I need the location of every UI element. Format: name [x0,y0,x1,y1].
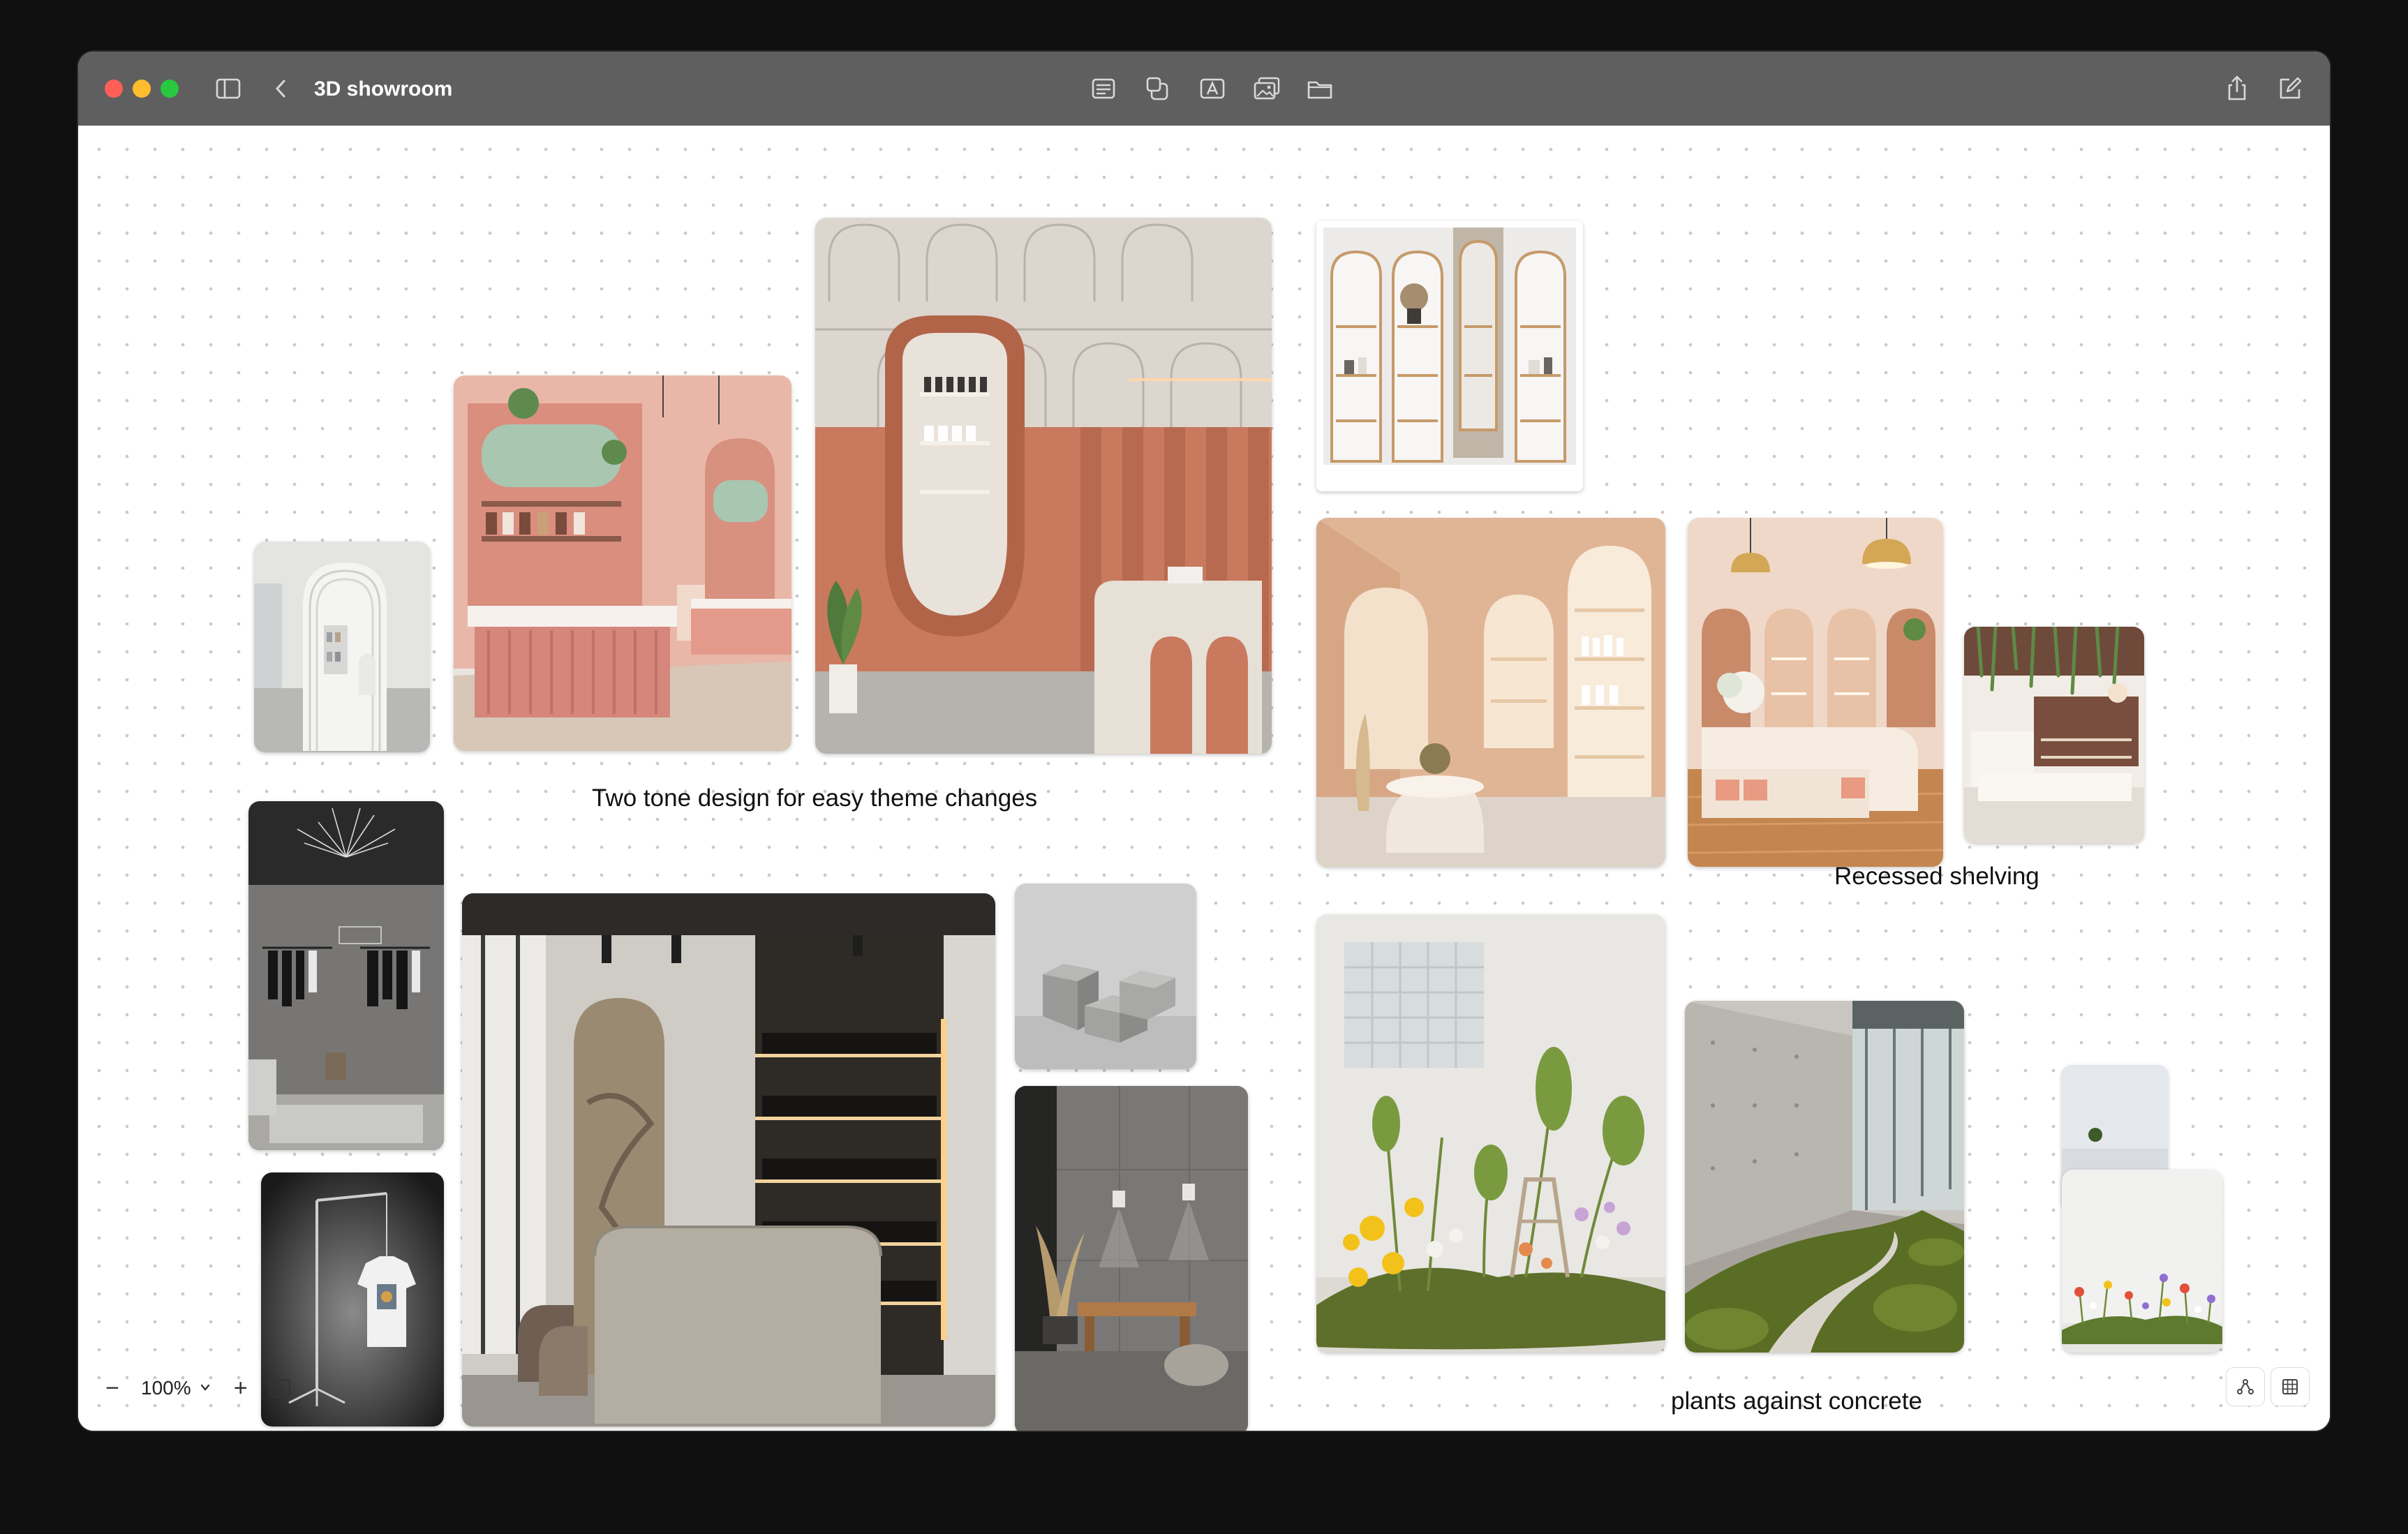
image-recessed-arch-boutique[interactable] [1316,518,1665,867]
caption-plants-concrete[interactable]: plants against concrete [1671,1386,1922,1417]
text-block-icon[interactable] [1087,73,1120,105]
image-concrete-wall-bench[interactable] [1015,1086,1248,1431]
sidebar-icon[interactable] [212,73,244,105]
text-box-icon[interactable] [1196,73,1228,105]
shapes-icon[interactable] [1142,73,1174,105]
minimize-window-button[interactable] [133,80,151,98]
document-title: 3D showroom [314,77,453,100]
zoom-window-button[interactable] [161,80,179,98]
share-icon[interactable] [2221,73,2253,105]
zoom-level-dropdown[interactable]: 100% [135,1372,218,1404]
folder-icon[interactable] [1304,73,1336,105]
canvas-tools [2227,1368,2309,1406]
image-gold-arch-shelving[interactable] [1316,221,1583,491]
freeform-canvas[interactable]: Two tone design for easy theme changes R… [78,126,2330,1431]
connector-tool-icon[interactable] [2227,1368,2264,1406]
image-wildflower-bed[interactable] [2062,1170,2222,1353]
image-pendant-lamp-store[interactable] [1688,518,1943,867]
caption-recessed-shelving[interactable]: Recessed shelving [1834,861,2039,892]
image-moss-path-wall[interactable] [1685,1001,1964,1353]
zoom-in-button[interactable]: + [225,1372,257,1404]
image-concrete-blocks[interactable] [1015,884,1196,1069]
image-arched-white-display[interactable] [254,542,430,752]
zoom-level-value: 100% [141,1377,191,1399]
close-window-button[interactable] [105,80,123,98]
zoom-out-button[interactable]: − [96,1372,128,1404]
media-icon[interactable] [1251,73,1283,105]
chevron-down-icon [198,1377,212,1399]
title-bar: 3D showroom [78,52,2330,126]
back-chevron-icon[interactable] [265,73,297,105]
image-hanging-plant-counter[interactable] [1964,627,2144,843]
image-concrete-clothing-store[interactable] [248,801,444,1150]
grid-view-icon[interactable] [2271,1368,2309,1406]
zoom-controls: − 100% + [96,1371,296,1406]
app-window: 3D showroom Two tone design for easy the… [78,52,2330,1431]
compose-icon[interactable] [2274,73,2306,105]
image-terracotta-display[interactable] [815,218,1272,754]
image-rock-reception-desk[interactable] [462,893,995,1427]
image-flower-installation[interactable] [1316,914,1665,1353]
favorite-view-icon[interactable] [264,1372,296,1404]
image-pink-bakery[interactable] [454,375,791,751]
caption-two-tone[interactable]: Two tone design for easy theme changes [592,783,1037,814]
